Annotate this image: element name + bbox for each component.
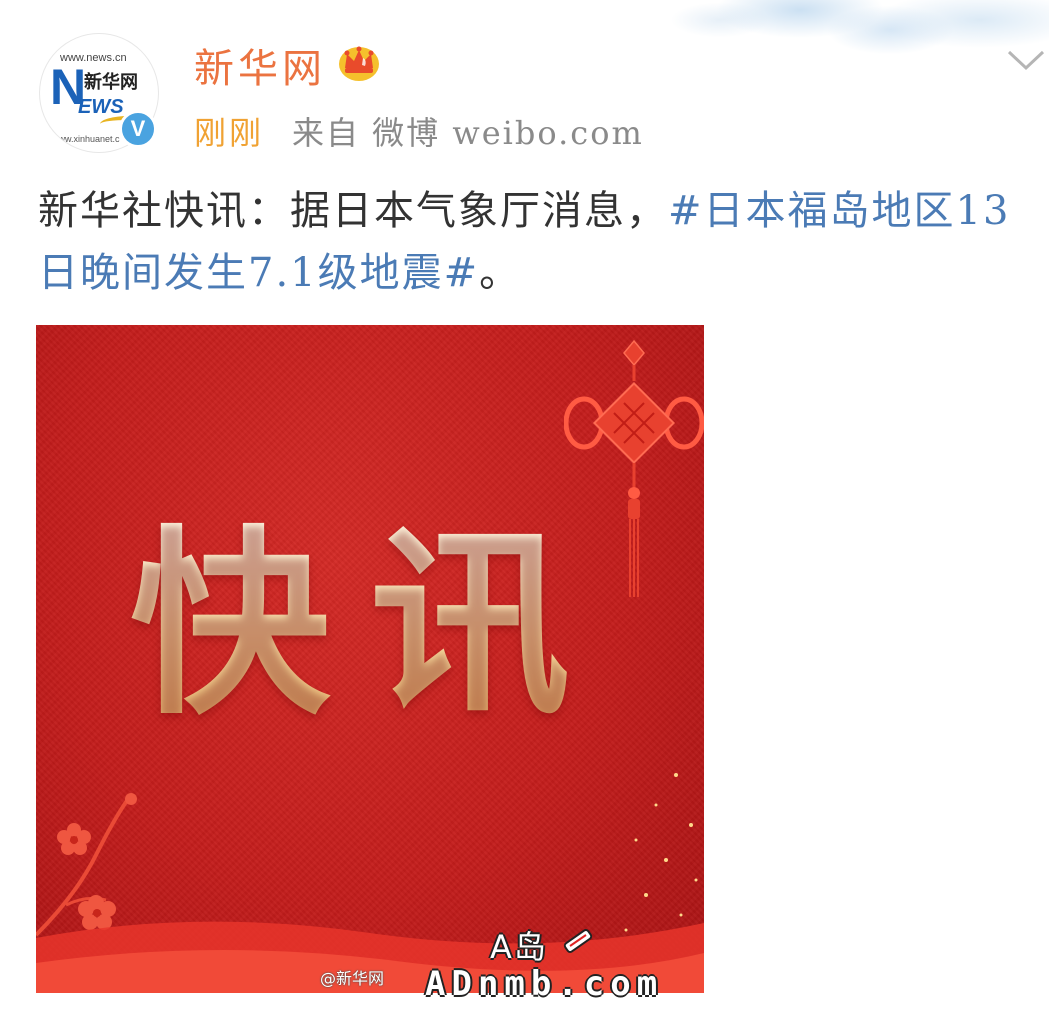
headline-text: 快讯 [36,515,704,735]
watermark-site: ADnmb.com [425,964,664,1004]
post-text-suffix: 。 [479,250,522,296]
post-body: 新华社快讯：据日本气象厅消息，#日本福岛地区13日晚间发生7.1级地震#。 [38,180,1038,304]
author-name[interactable]: 新华网 [194,36,326,94]
candy-stick-icon [563,929,593,953]
post-text-prefix: 新华社快讯：据日本气象厅消息， [38,188,668,234]
crown-icon[interactable] [336,38,382,84]
watermark-a-dao: A岛 [490,928,548,966]
avatar-url-bottom: www.xinhuanet.c [52,134,120,144]
post-source: 来自 微博 weibo.com [292,114,644,152]
chevron-down-icon[interactable] [1003,44,1049,74]
watermark-weibo: @新华网 [320,969,385,988]
post-image[interactable]: 快讯 [36,325,704,993]
avatar-logo-news: EWS [78,96,124,118]
header-cloud-decoration [660,0,1049,110]
verified-badge-icon: V [119,110,157,148]
avatar-logo-cn: 新华网 [84,72,138,93]
post-time: 刚刚 [194,114,265,152]
